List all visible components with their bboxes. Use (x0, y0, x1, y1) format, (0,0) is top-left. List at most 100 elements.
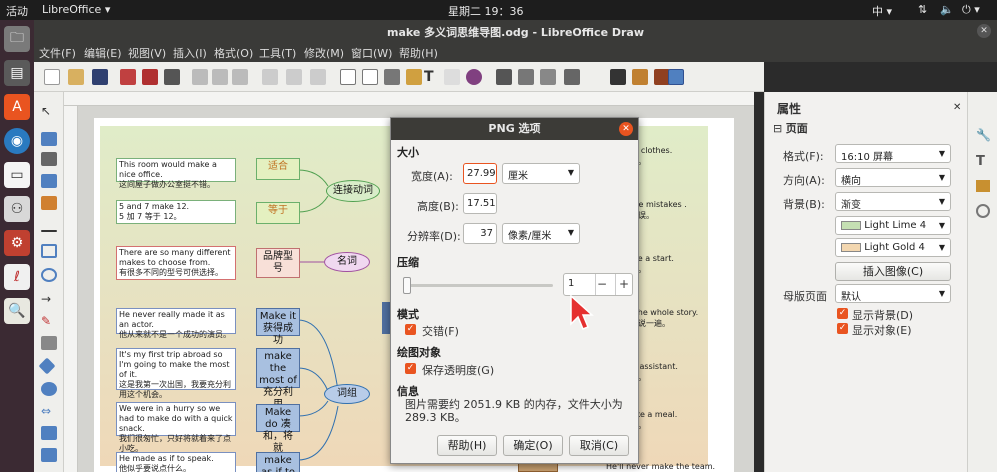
section-toggle[interactable]: ⊟ 页面 (773, 120, 808, 136)
new-icon[interactable] (44, 69, 60, 85)
zoom-pan-icon[interactable] (41, 132, 57, 146)
width-input[interactable]: 27.99 (463, 163, 497, 184)
select-icon[interactable]: ↖ (41, 104, 57, 118)
menu-modify[interactable]: 修改(M) (304, 45, 344, 61)
example-box[interactable]: There are so many different makes to cho… (116, 246, 236, 280)
save-icon[interactable] (92, 69, 108, 85)
points-icon[interactable] (610, 69, 626, 85)
copy-icon[interactable] (212, 69, 228, 85)
styles-icon[interactable]: T (976, 154, 985, 169)
print-icon[interactable] (164, 69, 180, 85)
activities-button[interactable]: 活动 (6, 3, 28, 19)
clone-icon[interactable] (262, 69, 278, 85)
horizontal-ruler[interactable] (64, 92, 754, 106)
menu-edit[interactable]: 编辑(E) (84, 45, 122, 61)
keyword-box[interactable]: 等于 (256, 202, 300, 224)
cut-icon[interactable] (192, 69, 208, 85)
keyword-box[interactable]: Make do 凑和，将就 (256, 404, 300, 454)
table-icon[interactable] (444, 69, 460, 85)
fontwork-icon[interactable] (466, 69, 482, 85)
close-icon[interactable]: ✕ (619, 122, 633, 136)
transform-icon[interactable] (496, 69, 512, 85)
libreoffice-draw-icon[interactable]: ▭ (4, 162, 30, 188)
remote-icon[interactable]: ⚇ (4, 196, 30, 222)
keyword-box[interactable]: make as if to do (256, 452, 300, 472)
menu-window[interactable]: 窗口(W) (351, 45, 392, 61)
compression-slider[interactable] (403, 277, 553, 294)
software-center-icon[interactable]: A (4, 94, 30, 120)
block-arrows-icon[interactable]: ⇔ (41, 404, 57, 418)
resolution-unit-select[interactable]: 像素/厘米 ▼ (502, 223, 580, 244)
keyword-box[interactable]: 品牌型号 (256, 248, 300, 278)
resolution-input[interactable]: 37 (463, 223, 497, 244)
show-objects-checkbox[interactable]: ✓ (837, 323, 848, 334)
gallery-icon[interactable] (976, 180, 990, 192)
arrange-icon[interactable] (540, 69, 556, 85)
glue-icon[interactable] (632, 69, 648, 85)
image-icon[interactable] (406, 69, 422, 85)
save-transparency-checkbox[interactable]: ✓ (405, 363, 416, 374)
category-oval[interactable]: 名词 (324, 252, 370, 272)
example-box[interactable]: It's my first trip abroad so I'm going t… (116, 348, 236, 399)
gradient-color-1-select[interactable]: Light Lime 4 ▼ (835, 216, 951, 235)
curve-icon[interactable]: ✎ (41, 314, 57, 328)
slider-handle[interactable] (403, 277, 411, 294)
keyword-box[interactable]: Make it 获得成功 (256, 308, 300, 346)
sidebar-toggle-icon[interactable] (668, 69, 684, 85)
zoom-icon[interactable] (384, 69, 400, 85)
properties-icon[interactable]: 🔧 (976, 128, 991, 142)
navigator-icon[interactable] (976, 204, 990, 218)
menu-view[interactable]: 视图(V) (128, 45, 166, 61)
network-icon[interactable]: ⇅ (918, 3, 927, 16)
example-box[interactable]: He made as if to speak. 他似乎要说点什么。 (116, 452, 236, 472)
align-icon[interactable] (518, 69, 534, 85)
volume-icon[interactable]: 🔈 (940, 3, 954, 16)
help-button[interactable]: 帮助(H) (437, 435, 497, 456)
input-method-indicator[interactable]: 中 ▾ (872, 3, 892, 19)
ellipse-icon[interactable] (41, 268, 57, 282)
text-tool-icon[interactable] (41, 152, 57, 166)
keyword-box[interactable]: make the most of 充分利用 (256, 348, 300, 410)
gradient-color-2-select[interactable]: Light Gold 4 ▼ (835, 238, 951, 257)
show-background-checkbox[interactable]: ✓ (837, 308, 848, 319)
line-color-icon[interactable] (41, 196, 57, 210)
files-icon[interactable]: 🗀 (4, 26, 30, 52)
arrow-icon[interactable]: → (41, 292, 57, 306)
line-icon[interactable] (41, 230, 57, 232)
rectangle-icon[interactable] (41, 244, 57, 258)
example-box[interactable]: This room would make a nice office. 这间屋子做… (116, 158, 236, 189)
interlaced-checkbox[interactable]: ✓ (405, 324, 416, 335)
menu-insert[interactable]: 插入(I) (173, 45, 207, 61)
unit-select[interactable]: 厘米 ▼ (502, 163, 580, 184)
ok-button[interactable]: 确定(O) (503, 435, 563, 456)
category-oval[interactable]: 词组 (324, 384, 370, 404)
menu-format[interactable]: 格式(O) (214, 45, 253, 61)
shadow-icon[interactable] (564, 69, 580, 85)
height-input[interactable]: 17.51 (463, 193, 497, 214)
power-icon[interactable]: ⏻ ▾ (962, 3, 980, 17)
clock[interactable]: 星期二 19：36 (448, 3, 524, 19)
app-menu[interactable]: LibreOffice ▾ (42, 3, 110, 16)
increment-button[interactable]: + (619, 277, 629, 291)
keyword-box[interactable]: 适合 (256, 158, 300, 180)
export-pdf-icon[interactable] (142, 69, 158, 85)
example-box[interactable]: 5 and 7 make 12. 5 加 7 等于 12。 (116, 200, 236, 224)
acrobat-icon[interactable]: ℓ (4, 264, 30, 290)
helplines-icon[interactable] (362, 69, 378, 85)
paste-icon[interactable] (232, 69, 248, 85)
category-oval[interactable]: 连接动词 (326, 180, 380, 202)
export-icon[interactable] (120, 69, 136, 85)
fill-color-icon[interactable] (41, 174, 57, 188)
orientation-select[interactable]: 横向 ▼ (835, 168, 951, 187)
menu-file[interactable]: 文件(F) (39, 45, 76, 61)
redo-icon[interactable] (310, 69, 326, 85)
text-icon[interactable]: T (424, 69, 440, 85)
undo-icon[interactable] (286, 69, 302, 85)
flowchart-icon[interactable] (41, 426, 57, 440)
insert-image-button[interactable]: 插入图像(C) (835, 262, 951, 281)
cancel-button[interactable]: 取消(C) (569, 435, 629, 456)
menu-tools[interactable]: 工具(T) (259, 45, 296, 61)
close-icon[interactable]: ✕ (977, 24, 991, 38)
example-box[interactable]: He never really made it as an actor. 他从来就… (116, 308, 236, 339)
symbol-shapes-icon[interactable] (41, 382, 57, 396)
